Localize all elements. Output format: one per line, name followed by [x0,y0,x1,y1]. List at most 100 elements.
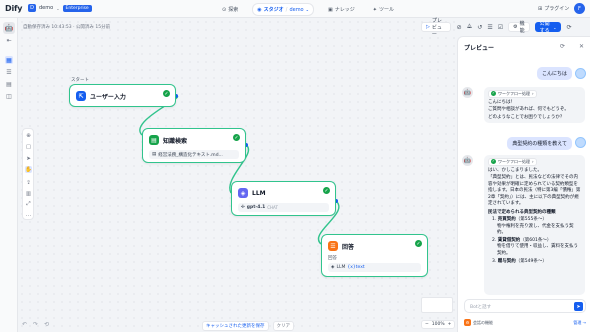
canvas-toolbar: ⊕ ▢ ➤ ✋ ⇪ ▥ ⤢ ⋯ [22,128,34,220]
workflow-canvas[interactable]: 自動保存済み 10:43:53 · 公開済み 15分前 ▷ プレビュー ⊘ ⟁ … [18,18,572,332]
node-title: 知識検索 [163,137,188,145]
check-icon: ✓ [491,91,496,97]
preview-label: プレビュー [431,17,442,38]
export-icon[interactable]: ⇪ [25,179,32,186]
history-icon[interactable]: ↺ [477,22,482,32]
add-node-icon[interactable]: ⊕ [25,132,32,139]
zoom-out-icon[interactable]: − [425,322,429,327]
minimap[interactable] [421,297,453,313]
bot-heading: 民法で定められる典型契約の種類 [488,209,556,215]
list-ref: （第549条〜） [515,258,547,264]
checklist-icon[interactable]: ☑ [498,22,503,32]
chevron-right-icon: › [532,159,534,164]
workspace-switcher[interactable]: D demo ⌄ Enterprise [28,4,92,12]
save-cached-button[interactable]: キャッシュされた更新を保存 [202,321,269,331]
node-knowledge-retrieval[interactable]: ▤ 知識検索 ✓ ▤ 経営法務_構造化テキスト.md... [142,128,246,163]
nav-tools[interactable]: ✦ ツール [369,4,398,15]
workflow-icon[interactable]: ▦ [5,56,13,64]
plugin-button[interactable]: ⊞ プラグイン [538,5,570,13]
preview-title: プレビュー [464,45,495,52]
list-item: 2. 賃貸借契約（第601条〜） 物を借りて使用・収益し、賃料を支払う契約。 [488,238,581,258]
knowledge-icon: ▤ [149,135,159,145]
compass-icon: ⊙ [222,6,227,13]
zoom-in-icon[interactable]: + [448,322,452,327]
check-icon: ✓ [163,90,170,97]
variable-icon[interactable]: ⟁ [467,22,472,32]
close-icon[interactable]: ✕ [579,43,584,50]
logs-icon[interactable]: ☰ [5,68,13,76]
send-icon[interactable]: ➤ [574,302,583,311]
list-icon[interactable]: ☰ [487,22,492,32]
zoom-level: 100% [431,322,445,327]
footer-label: 会話の機能 [473,320,493,325]
top-bar: Dify D demo ⌄ Enterprise ⊙ 探索 ◉ スタジオ / d… [0,0,590,18]
bot-avatar: 🤖 [462,155,473,166]
preview-button[interactable]: ▷ プレビュー [421,18,452,38]
user-message: こんにちは [536,67,572,80]
workflow-label: ワークフロー処理 [498,159,530,164]
check-icon: ✓ [323,187,330,194]
features-button[interactable]: ⚙ 機能 [508,21,530,34]
history-icon[interactable]: ⟲ [44,321,49,328]
more-icon[interactable]: ⋯ [25,212,32,219]
check-icon: ✓ [415,240,422,247]
undo-icon[interactable]: ↶ [22,321,27,328]
bot-avatar: 🤖 [462,87,473,98]
node-llm[interactable]: ◈ LLM ✓ ✣ gpt-4.1 CHAT [231,181,336,216]
llm-icon: ◈ [238,188,248,198]
redo-icon[interactable]: ↷ [33,321,38,328]
publish-button[interactable]: 公開する ⌄ [534,21,562,34]
organize-icon[interactable]: ▥ [25,190,32,197]
note-icon[interactable]: ▢ [25,143,32,150]
workflow-edges [139,94,340,245]
user-avatar [575,68,586,79]
hand-icon[interactable]: ✋ [25,166,32,173]
dify-logo[interactable]: Dify [5,4,22,13]
nav-studio[interactable]: ◉ スタジオ / demo ⌄ [252,3,314,16]
publish-label: 公開する [539,21,550,34]
refresh-icon[interactable]: ⟳ [566,22,572,32]
pointer-icon[interactable]: ➤ [25,155,32,162]
features-label: 機能 [519,21,525,34]
node-answer[interactable]: ☰ 回答 ✓ 回答 ◈ LLM {x}text [321,234,428,277]
user-message: 典型契約の種類を教えて [507,137,572,150]
bot-text: はい、かしこまりました。 [488,167,542,173]
user-avatar [575,137,586,148]
manage-label: 管理 [573,319,582,325]
fullscreen-icon[interactable]: ⤢ [25,201,32,208]
knowledge-dataset: ▤ 経営法務_構造化テキスト.md... [149,150,239,159]
list-ref: （第601条〜） [520,237,552,243]
collapse-icon[interactable]: ⇤ [5,36,13,44]
plugin-label: プラグイン [544,6,570,12]
workspace-avatar: D [28,4,36,12]
answer-field-label: 回答 [328,256,337,261]
workflow-process-toggle[interactable]: ✓ ワークフロー処理 › [488,90,537,98]
clear-button[interactable]: クリア [272,321,294,331]
start-label: スタート [71,78,89,83]
model-mode-tag: CHAT [267,205,278,210]
nav-studio-app[interactable]: demo [289,7,303,13]
nav-knowledge[interactable]: ▣ ナレッジ [324,4,359,15]
model-name: gpt-4.1 [246,205,266,210]
zoom-control[interactable]: − 100% + [421,320,456,329]
chevron-down-icon: ⌄ [305,7,309,12]
manage-link[interactable]: 管理 → [573,320,586,326]
env-icon[interactable]: ⊘ [456,22,462,32]
chevron-down-icon: ⌄ [56,5,60,11]
nav-explore[interactable]: ⊙ 探索 [218,4,242,15]
user-avatar[interactable]: F [574,3,585,14]
monitor-icon[interactable]: ▤ [5,80,13,88]
chevron-down-icon: ⌄ [553,24,557,30]
nav-studio-label: スタジオ [263,7,284,13]
refresh-icon[interactable]: ⟳ [560,43,565,50]
autosave-status: 自動保存済み 10:43:53 · 公開済み 15分前 [23,25,111,30]
book-icon: ▣ [327,6,333,13]
app-icon[interactable]: 🤖 [3,22,15,34]
answer-icon: ☰ [328,241,338,251]
workflow-process-toggle[interactable]: ✓ ワークフロー処理 › [488,158,537,166]
play-icon: ▷ [426,24,430,30]
chat-input[interactable]: Botと話す ➤ [464,299,586,313]
openai-icon: ✣ [241,205,245,210]
api-icon[interactable]: ◫ [5,92,13,100]
node-user-input[interactable]: ⇱ ユーザー入力 ✓ [69,84,176,107]
